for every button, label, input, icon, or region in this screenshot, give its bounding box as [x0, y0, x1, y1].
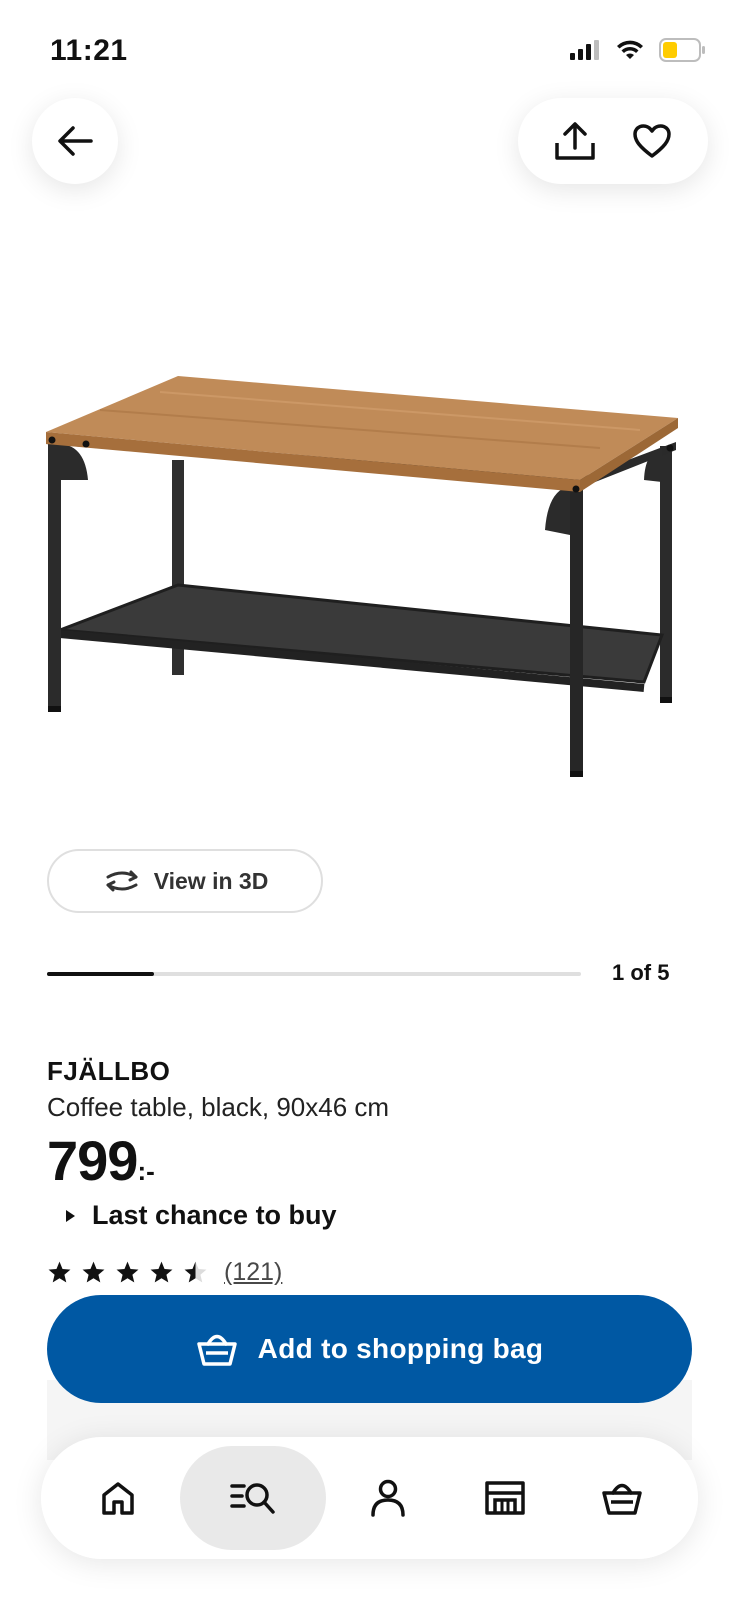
star-icon [116, 1261, 139, 1283]
rotate-3d-icon [106, 870, 138, 892]
battery-icon [659, 38, 705, 62]
signal-icon [570, 40, 599, 60]
nav-profile[interactable] [333, 1446, 443, 1550]
star-icon [48, 1261, 71, 1283]
product-rating[interactable]: (121) [47, 1258, 282, 1287]
rating-stars [47, 1260, 208, 1285]
action-pill [518, 98, 708, 184]
availability-label: Last chance to buy [92, 1200, 337, 1230]
status-icons [569, 38, 705, 62]
product-name: FJÄLLBO [47, 1056, 171, 1086]
status-bar: 11:21 [0, 0, 739, 100]
gallery-progress [47, 972, 581, 976]
add-to-bag-button[interactable]: Add to shopping bag [47, 1295, 692, 1403]
home-icon [101, 1482, 134, 1515]
gallery-counter: 1 of 5 [612, 960, 670, 985]
nav-bag[interactable] [567, 1446, 677, 1550]
product-description: Coffee table, black, 90x46 cm [47, 1092, 390, 1122]
nav-store[interactable] [450, 1446, 560, 1550]
availability-toggle[interactable]: Last chance to buy [64, 1200, 337, 1231]
star-icon [150, 1261, 173, 1283]
star-icon [184, 1261, 207, 1283]
back-button[interactable] [32, 98, 118, 184]
nav-home[interactable] [63, 1446, 173, 1550]
product-image[interactable] [40, 370, 700, 800]
caret-right-icon [66, 1209, 75, 1222]
nav-search[interactable] [179, 1446, 326, 1550]
share-icon [554, 122, 595, 160]
share-button[interactable] [547, 113, 603, 169]
arrow-left-icon [58, 126, 93, 156]
bottom-nav [41, 1437, 698, 1559]
status-time: 11:21 [50, 34, 128, 67]
person-icon [370, 1479, 405, 1517]
price-suffix: :- [137, 1156, 155, 1186]
store-icon [484, 1481, 525, 1515]
gallery-progress-fill [47, 972, 154, 976]
shopping-basket-icon [601, 1483, 642, 1515]
shopping-basket-icon [196, 1334, 237, 1366]
product-price: 799 :- [47, 1128, 155, 1193]
add-to-bag-label: Add to shopping bag [257, 1333, 544, 1364]
rating-count[interactable]: (121) [224, 1258, 282, 1287]
view-in-3d-button[interactable]: View in 3D [47, 849, 323, 913]
view-in-3d-label: View in 3D [153, 867, 269, 894]
price-value: 799 [47, 1129, 138, 1192]
heart-icon [632, 124, 671, 158]
favorite-button[interactable] [624, 113, 680, 169]
wifi-icon [617, 40, 643, 59]
search-list-icon [229, 1483, 275, 1514]
star-icon [82, 1261, 105, 1283]
